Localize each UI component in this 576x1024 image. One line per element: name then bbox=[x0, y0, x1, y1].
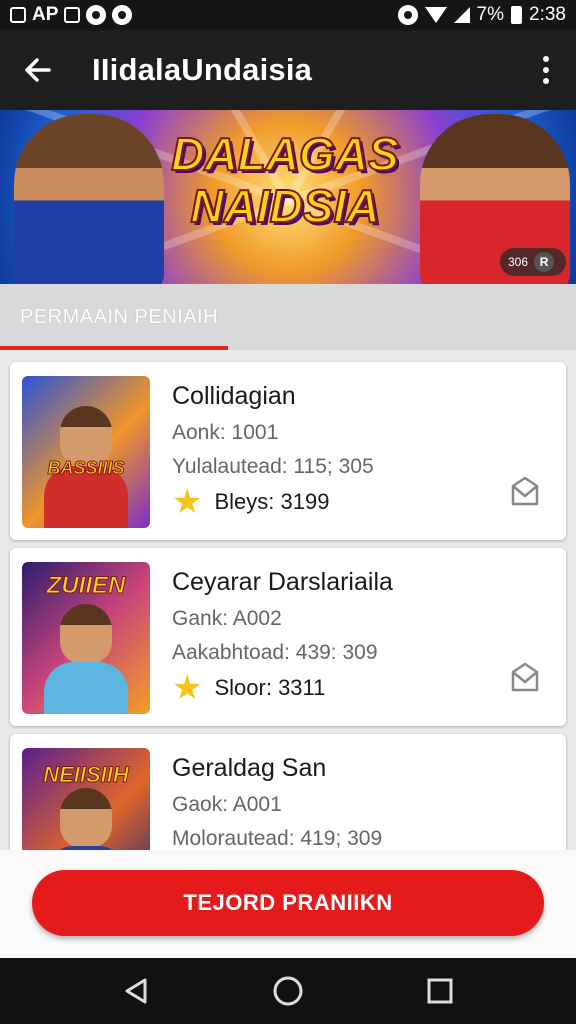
game-rating: Sloor: 3311 bbox=[214, 675, 326, 700]
notification-icon bbox=[112, 5, 133, 25]
triangle-back-icon bbox=[125, 978, 147, 1004]
game-name: Ceyarar Darslariaila bbox=[172, 568, 393, 596]
notification-icon bbox=[86, 5, 107, 25]
more-options-button[interactable] bbox=[516, 30, 576, 110]
nav-recents-button[interactable] bbox=[415, 966, 465, 1016]
alarm-icon bbox=[397, 5, 418, 25]
circle-home-icon bbox=[273, 976, 303, 1006]
bookmark-button[interactable] bbox=[508, 660, 542, 694]
game-thumbnail: ZUIIEN bbox=[22, 562, 150, 714]
tab-indicator bbox=[0, 346, 228, 350]
envelope-check-icon bbox=[511, 476, 539, 506]
system-nav-bar bbox=[0, 958, 576, 1024]
bookmark-button[interactable] bbox=[508, 474, 542, 508]
game-stat: Aakabhtoad: 439: 309 bbox=[172, 641, 378, 664]
game-code: Aonk: 1001 bbox=[172, 421, 279, 444]
game-card[interactable]: ZUIIEN Ceyarar Darslariaila Gank: A002 A… bbox=[10, 548, 566, 726]
star-icon: ★ bbox=[172, 483, 203, 521]
signal-icon bbox=[453, 7, 470, 23]
square-recents-icon bbox=[427, 978, 453, 1004]
battery-percent: 7% bbox=[476, 4, 505, 25]
banner-logo: DALAGAS NAIDSIA bbox=[170, 127, 399, 233]
section-tab[interactable]: PERMAAIN PENIAIH bbox=[0, 284, 576, 350]
wifi-icon bbox=[424, 7, 447, 23]
status-app-label: AP bbox=[32, 4, 59, 25]
promo-banner[interactable]: DALAGAS NAIDSIA bbox=[0, 110, 576, 284]
notification-icon bbox=[64, 7, 81, 23]
section-title: PERMAAIN PENIAIH bbox=[20, 306, 219, 328]
status-time: 2:38 bbox=[529, 4, 566, 25]
battery-icon bbox=[511, 6, 523, 24]
game-thumbnail: BASSIIIS bbox=[22, 376, 150, 528]
app-bar: IIidalaUndaisia bbox=[0, 30, 576, 110]
r-icon: R bbox=[534, 252, 555, 272]
star-icon: ★ bbox=[172, 669, 203, 707]
back-button[interactable] bbox=[0, 30, 76, 110]
more-vert-icon bbox=[543, 56, 549, 62]
game-stat: Molorautead: 419; 309 bbox=[172, 827, 383, 850]
game-name: Geraldag San bbox=[172, 754, 327, 782]
arrow-left-icon bbox=[25, 58, 51, 82]
game-code: Gaok: A001 bbox=[172, 793, 282, 816]
banner-badge[interactable]: 306 R bbox=[500, 248, 566, 276]
game-code: Gank: A002 bbox=[172, 607, 282, 630]
banner-character-left bbox=[14, 114, 164, 284]
game-card[interactable]: BASSIIIS Collidagian Aonk: 1001 Yulalaut… bbox=[10, 362, 566, 540]
envelope-check-icon bbox=[511, 662, 539, 692]
primary-action-button[interactable]: TEJORD PRANIIKN bbox=[32, 870, 544, 936]
game-name: Collidagian bbox=[172, 382, 296, 410]
game-stat: Yulalautead: 115; 305 bbox=[172, 455, 374, 478]
notification-icon bbox=[10, 7, 26, 23]
cta-container: TEJORD PRANIIKN bbox=[0, 850, 576, 958]
game-rating: Bleys: 3199 bbox=[214, 489, 330, 514]
page-title: IIidalaUndaisia bbox=[92, 52, 313, 87]
status-bar: AP 7% 2:38 bbox=[0, 0, 576, 30]
nav-back-button[interactable] bbox=[111, 966, 161, 1016]
nav-home-button[interactable] bbox=[263, 966, 313, 1016]
